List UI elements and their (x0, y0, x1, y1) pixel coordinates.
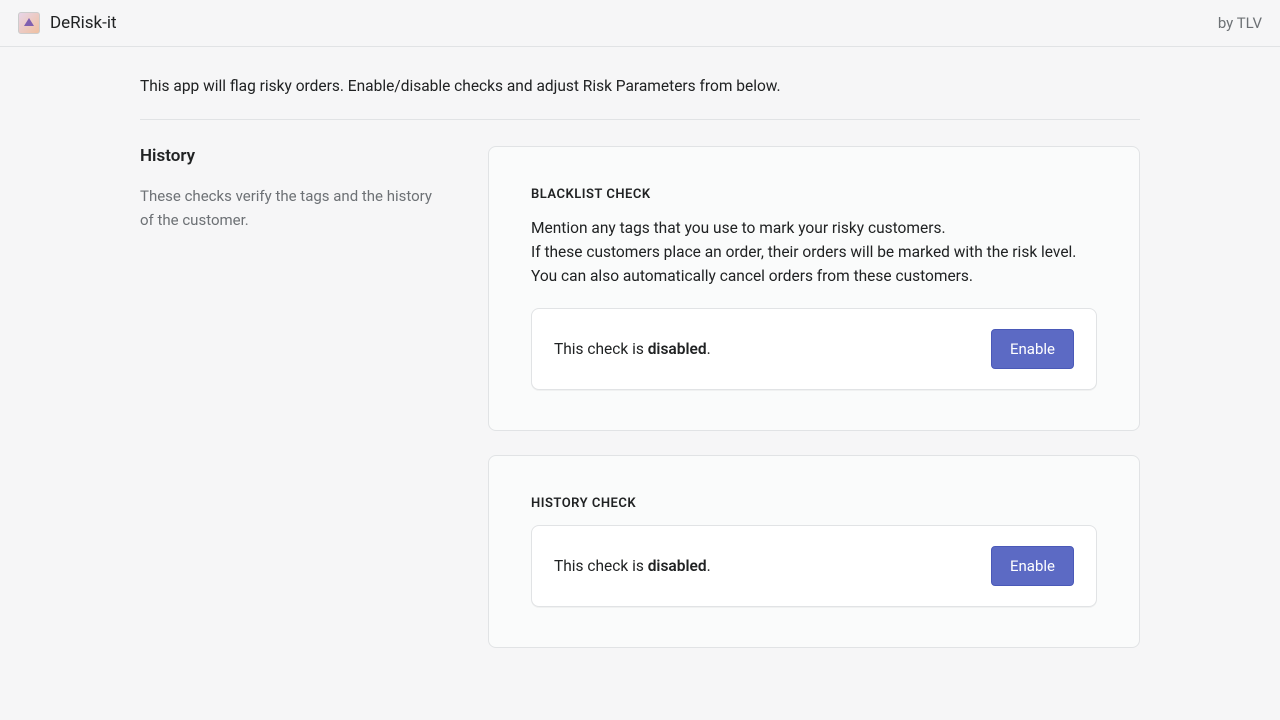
app-title: DeRisk-it (50, 13, 117, 33)
cards-container: BLACKLIST CHECK Mention any tags that yo… (488, 146, 1140, 648)
card-title: HISTORY CHECK (531, 496, 1097, 511)
intro-text: This app will flag risky orders. Enable/… (140, 77, 1140, 120)
status-state: disabled (648, 340, 707, 358)
header-left: DeRisk-it (18, 12, 117, 34)
sidebar-description: These checks verify the tags and the his… (140, 184, 440, 232)
status-suffix: . (707, 340, 711, 358)
status-suffix: . (707, 557, 711, 575)
status-text: This check is disabled. (554, 557, 711, 575)
status-box: This check is disabled. Enable (531, 525, 1097, 607)
enable-button[interactable]: Enable (991, 546, 1074, 586)
header: DeRisk-it by TLV (0, 0, 1280, 47)
enable-button[interactable]: Enable (991, 329, 1074, 369)
status-text: This check is disabled. (554, 340, 711, 358)
status-state: disabled (648, 557, 707, 575)
header-byline: by TLV (1218, 14, 1262, 32)
blacklist-check-card: BLACKLIST CHECK Mention any tags that yo… (488, 146, 1140, 431)
history-check-card: HISTORY CHECK This check is disabled. En… (488, 455, 1140, 648)
app-icon (18, 12, 40, 34)
status-prefix: This check is (554, 557, 648, 575)
card-description: Mention any tags that you use to mark yo… (531, 216, 1097, 288)
content: This app will flag risky orders. Enable/… (140, 47, 1140, 678)
sidebar-title: History (140, 146, 440, 166)
main-layout: History These checks verify the tags and… (140, 146, 1140, 648)
status-box: This check is disabled. Enable (531, 308, 1097, 390)
sidebar: History These checks verify the tags and… (140, 146, 440, 648)
status-prefix: This check is (554, 340, 648, 358)
card-title: BLACKLIST CHECK (531, 187, 1097, 202)
